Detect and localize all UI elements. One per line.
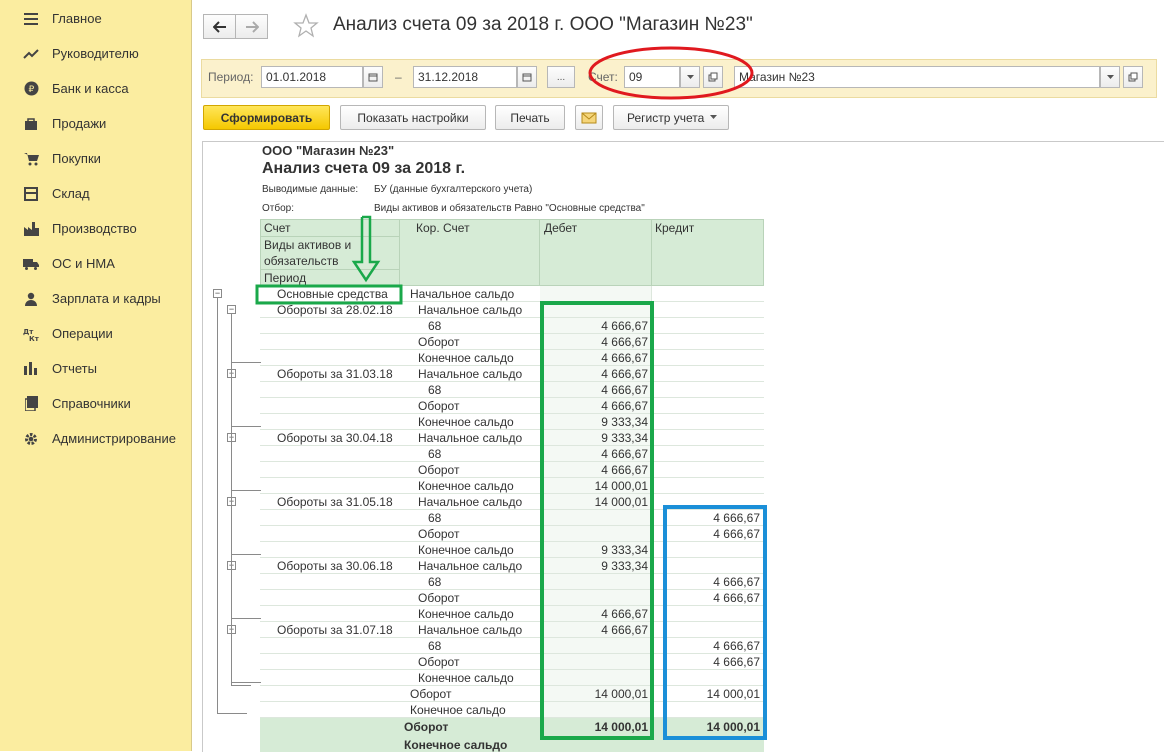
book-icon xyxy=(22,395,40,413)
sidebar-item-6[interactable]: Склад xyxy=(0,176,190,211)
sidebar-item-label: Справочники xyxy=(52,396,131,411)
sidebar-item-11[interactable]: Отчеты xyxy=(0,351,190,386)
sidebar-item-12[interactable]: Справочники xyxy=(0,386,190,421)
sidebar-item-8[interactable]: ОС и НМА xyxy=(0,246,190,281)
sidebar-item-7[interactable]: Производство xyxy=(0,211,190,246)
truck-icon xyxy=(22,255,40,273)
ruble-icon: ₽ xyxy=(22,80,40,98)
green-down-arrow xyxy=(351,215,381,283)
warehouse-icon xyxy=(22,185,40,203)
gear-icon xyxy=(22,430,40,448)
trend-icon xyxy=(22,45,40,63)
annotation-layer xyxy=(255,46,767,740)
sidebar-item-label: Администрирование xyxy=(52,431,176,446)
menu-icon xyxy=(22,10,40,28)
main-area: Анализ счета 09 за 2018 г. ООО "Магазин … xyxy=(192,0,1164,752)
sidebar-item-label: Руководителю xyxy=(52,46,139,61)
sidebar-item-10[interactable]: Дт Кт Операции xyxy=(0,316,190,351)
sidebar-item-label: Продажи xyxy=(52,116,107,131)
svg-text:₽: ₽ xyxy=(28,85,34,95)
sidebar-item-4[interactable]: Продажи xyxy=(0,106,190,141)
sidebar-item-13[interactable]: Администрирование xyxy=(0,421,190,456)
green-box-main-assets xyxy=(255,284,403,305)
cart-icon xyxy=(22,150,40,168)
sidebar: Главное Руководителю ₽ Банк и касса Продажи П… xyxy=(0,0,192,751)
sidebar-item-1[interactable]: Главное xyxy=(0,1,190,36)
green-box-debit xyxy=(540,301,654,740)
factory-icon xyxy=(22,220,40,238)
svg-text:Кт: Кт xyxy=(29,335,39,341)
dt-kt-icon: Дт Кт xyxy=(22,325,40,343)
sidebar-item-label: Отчеты xyxy=(52,361,97,376)
sidebar-item-label: Производство xyxy=(52,221,137,236)
sidebar-item-label: Операции xyxy=(52,326,113,341)
sidebar-item-label: ОС и НМА xyxy=(52,256,115,271)
sidebar-item-label: Главное xyxy=(52,11,102,26)
person-icon xyxy=(22,290,40,308)
red-circle-annotation xyxy=(588,46,754,100)
sidebar-item-3[interactable]: ₽ Банк и касса xyxy=(0,71,190,106)
bar-chart-icon xyxy=(22,360,40,378)
sidebar-item-9[interactable]: Зарплата и кадры xyxy=(0,281,190,316)
sidebar-item-5[interactable]: Покупки xyxy=(0,141,190,176)
sidebar-item-label: Зарплата и кадры xyxy=(52,291,161,306)
sidebar-item-2[interactable]: Руководителю xyxy=(0,36,190,71)
sidebar-item-label: Склад xyxy=(52,186,90,201)
blue-box-credit xyxy=(663,505,767,740)
sidebar-item-label: Банк и касса xyxy=(52,81,129,96)
sidebar-item-label: Покупки xyxy=(52,151,101,166)
bag-icon xyxy=(22,115,40,133)
